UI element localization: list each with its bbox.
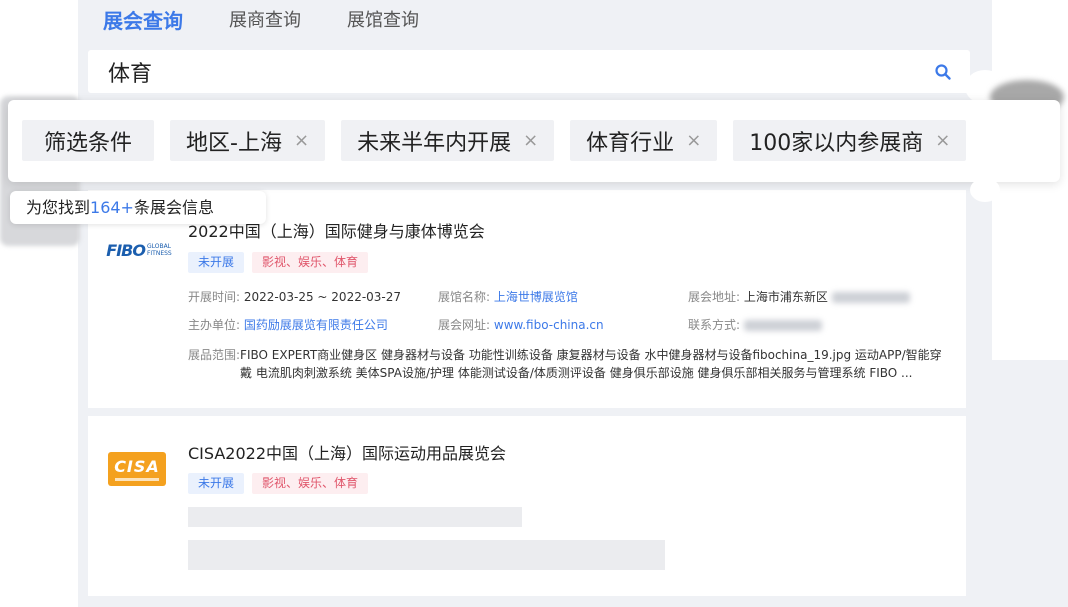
exhibit-scope: 展品范围: FIBO EXPERT商业健身区 健身器材与设备 功能性训练设备 康… [188, 346, 948, 382]
filter-chip-date[interactable]: 未来半年内开展 × [341, 120, 555, 161]
filter-chip-industry[interactable]: 体育行业 × [570, 120, 718, 161]
close-icon[interactable]: × [523, 130, 538, 151]
close-icon[interactable]: × [294, 130, 309, 151]
tag-group: 未开展 影视、娱乐、体育 [188, 473, 369, 494]
redacted-text [743, 320, 822, 331]
exhibition-card[interactable]: CISA CISA2022中国（上海）国际运动用品展览会 未开展 影视、娱乐、体… [88, 416, 966, 596]
result-count-number: 164+ [90, 198, 134, 217]
redacted-text [831, 292, 910, 303]
tab-venue-query[interactable]: 展馆查询 [347, 6, 419, 38]
venue-field: 展馆名称: 上海世博展览馆 [438, 290, 578, 304]
website-link[interactable]: www.fibo-china.cn [494, 318, 604, 332]
info-row: 主办单位: 国药励展展览有限责任公司 展会网址: www.fibo-china.… [188, 316, 938, 333]
search-bar [88, 50, 970, 93]
close-icon[interactable]: × [686, 130, 701, 151]
category-badge: 影视、娱乐、体育 [252, 252, 369, 273]
screenshot-stage: 展会查询 展商查询 展馆查询 FIBO GLOBAL FITNESS 2022中… [0, 0, 1068, 607]
background-strip [992, 360, 1068, 607]
venue-link[interactable]: 上海世博展览馆 [494, 290, 578, 304]
filter-chip-exhibitors[interactable]: 100家以内参展商 × [733, 120, 967, 161]
organizer-field: 主办单位: 国药励展展览有限责任公司 [188, 318, 388, 332]
close-icon[interactable]: × [935, 130, 950, 151]
exhibit-scope-text: FIBO EXPERT商业健身区 健身器材与设备 功能性训练设备 康复器材与设备… [240, 348, 942, 380]
exhibition-title[interactable]: CISA2022中国（上海）国际运动用品展览会 [188, 440, 506, 464]
result-count: 为您找到164+条展会信息 [10, 191, 266, 224]
status-badge: 未开展 [188, 473, 245, 494]
tab-exhibitor-query[interactable]: 展商查询 [229, 6, 301, 38]
status-badge: 未开展 [188, 252, 245, 273]
tag-group: 未开展 影视、娱乐、体育 [188, 252, 369, 273]
cisa-logo: CISA [108, 452, 166, 486]
category-badge: 影视、娱乐、体育 [252, 473, 369, 494]
date-field: 开展时间: 2022-03-25 ~ 2022-03-27 [188, 290, 402, 304]
tab-exhibition-query[interactable]: 展会查询 [103, 6, 183, 38]
organizer-link[interactable]: 国药励展展览有限责任公司 [244, 318, 388, 332]
decorative-blob [970, 178, 1000, 202]
info-row: 开展时间: 2022-03-25 ~ 2022-03-27 展馆名称: 上海世博… [188, 288, 938, 305]
filter-conditions-label: 筛选条件 [22, 120, 155, 161]
address-field: 展会地址: 上海市浦东新区 [688, 288, 938, 305]
filter-panel: 筛选条件 地区-上海 × 未来半年内开展 × 体育行业 × 100家以内参展商 × [8, 100, 1060, 182]
filter-chip-row: 筛选条件 地区-上海 × 未来半年内开展 × 体育行业 × 100家以内参展商 × [22, 120, 967, 161]
filter-chip-region[interactable]: 地区-上海 × [170, 120, 326, 161]
website-field: 展会网址: www.fibo-china.cn [438, 318, 604, 332]
query-tabs: 展会查询 展商查询 展馆查询 [103, 6, 465, 38]
fibo-logo: FIBO GLOBAL FITNESS [106, 240, 172, 260]
contact-field: 联系方式: [688, 316, 938, 333]
loading-placeholder [188, 540, 665, 570]
search-icon[interactable] [934, 63, 952, 81]
search-input[interactable] [108, 54, 888, 89]
loading-placeholder [188, 507, 522, 527]
